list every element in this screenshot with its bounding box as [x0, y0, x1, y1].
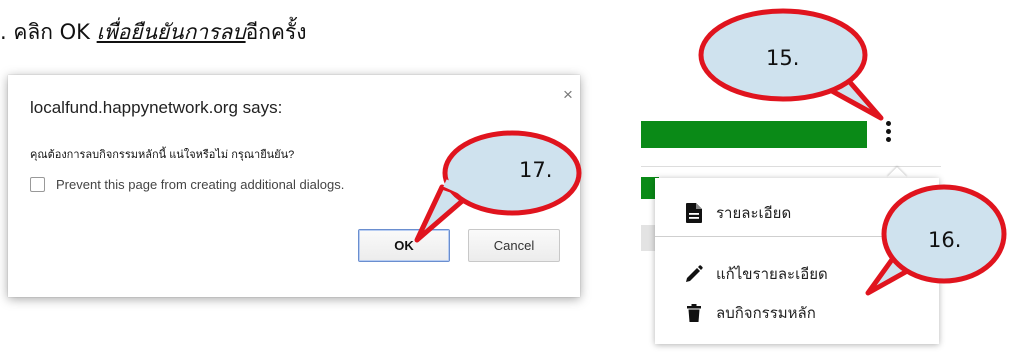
- menu-item-label: รายละเอียด: [716, 204, 792, 222]
- callout-16-label: 16.: [928, 228, 962, 252]
- prevent-dialogs-checkbox[interactable]: [30, 177, 45, 192]
- callout-15-label: 15.: [766, 46, 800, 70]
- trash-icon: [684, 304, 704, 322]
- menu-item-label: แก้ไขรายละเอียด: [716, 265, 828, 283]
- prevent-dialogs-label: Prevent this page from creating addition…: [56, 177, 345, 192]
- callout-17-label: 17.: [519, 158, 553, 182]
- prevent-dialogs-row: Prevent this page from creating addition…: [30, 177, 344, 192]
- pencil-icon: [684, 265, 704, 283]
- instruction-suffix: อีกครั้ง: [245, 20, 307, 44]
- dialog-message: คุณต้องการลบกิจกรรมหลักนี้ แน่ใจหรือไม่ …: [30, 149, 295, 161]
- instruction-prefix: . คลิก OK: [0, 20, 97, 44]
- kebab-dot: [885, 137, 891, 142]
- instruction-text: . คลิก OK เพื่อยืนยันการลบอีกครั้ง: [0, 16, 307, 49]
- close-icon[interactable]: ×: [563, 86, 573, 103]
- instruction-emphasis: เพื่อยืนยันการลบ: [96, 20, 246, 44]
- document-icon: [684, 203, 704, 223]
- callout-17-bubble: [414, 130, 582, 243]
- menu-item-label: ลบกิจกรรมหลัก: [716, 304, 816, 322]
- dialog-title: localfund.happynetwork.org says:: [30, 98, 283, 117]
- menu-item-delete[interactable]: ลบกิจกรรมหลัก: [655, 296, 939, 330]
